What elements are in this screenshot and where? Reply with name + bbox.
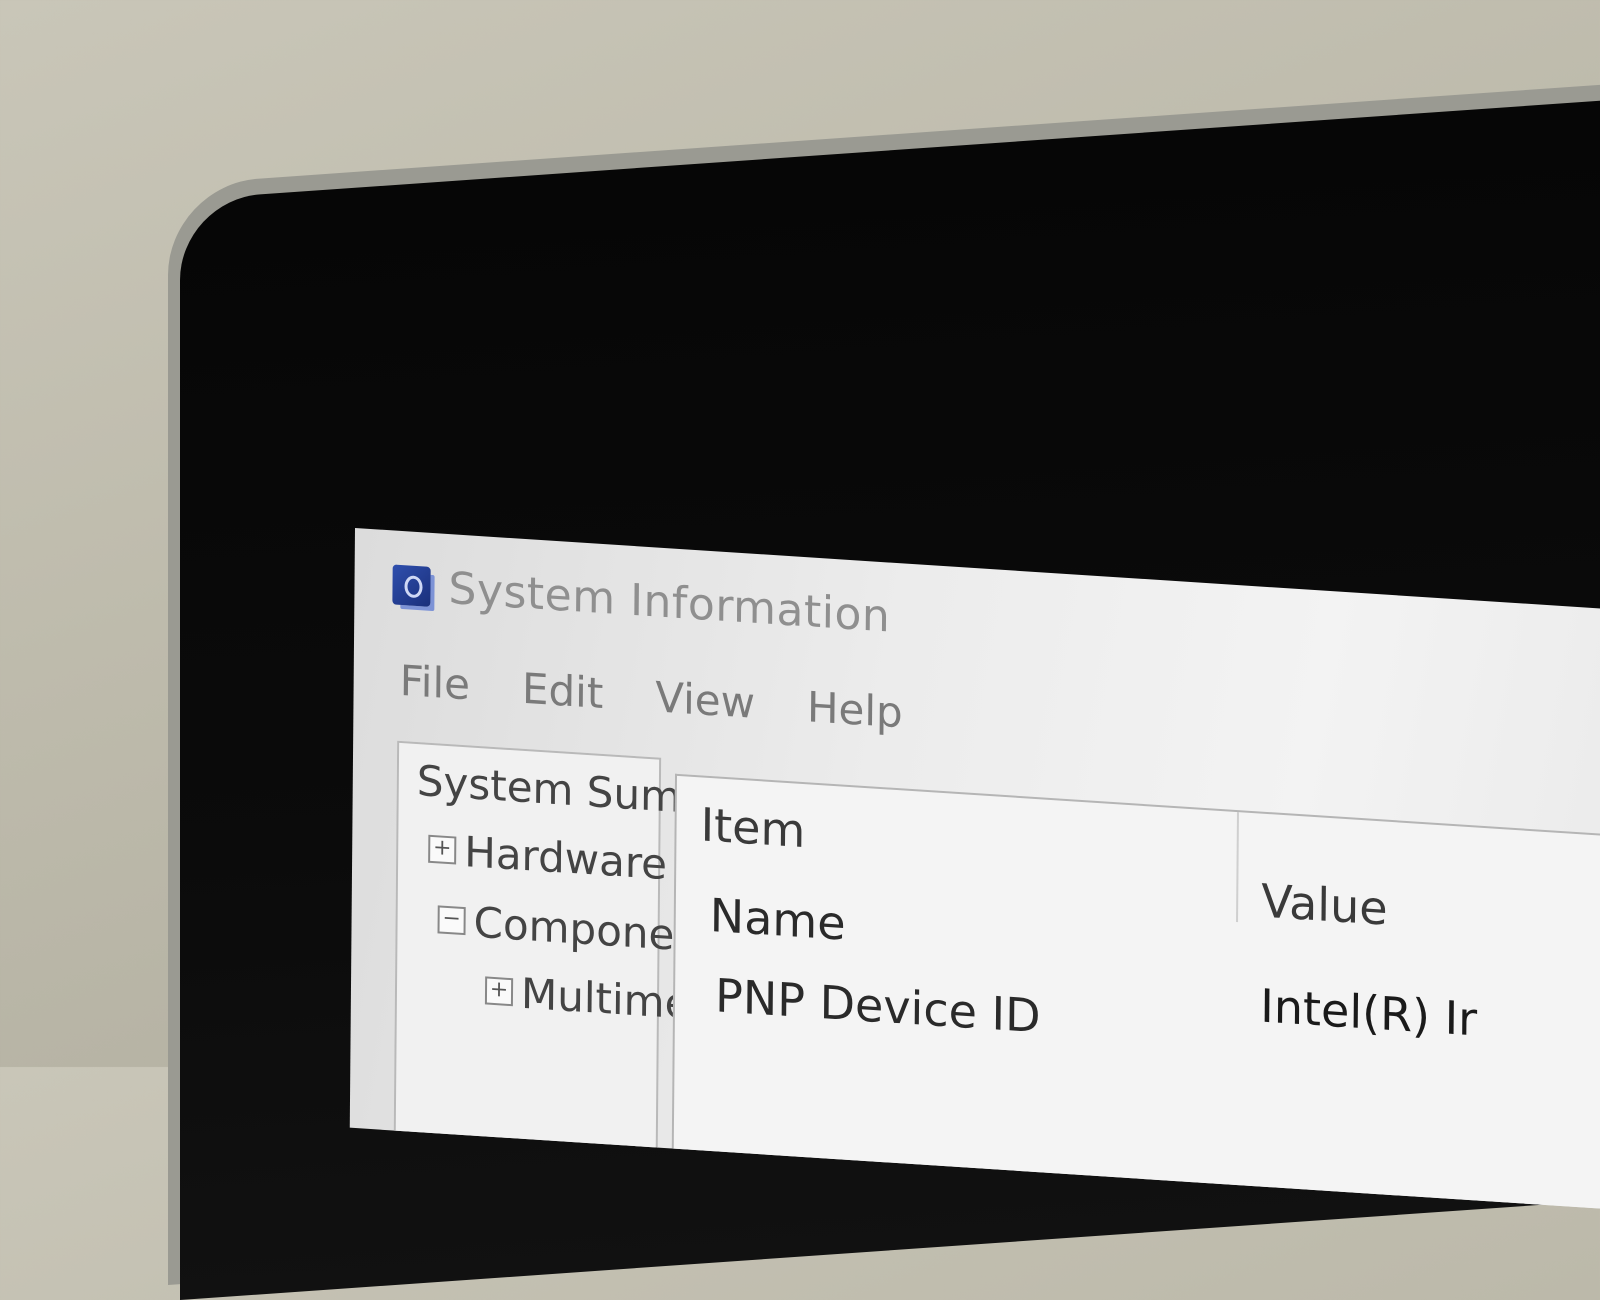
row-value-name: Intel(R) Ir <box>1260 978 1478 1047</box>
column-divider[interactable] <box>1236 812 1239 923</box>
menu-help[interactable]: Help <box>807 682 903 737</box>
column-header-value[interactable]: Value <box>1261 874 1388 936</box>
column-header-item[interactable]: Item <box>700 797 805 858</box>
details-list[interactable]: Item Value Name Intel(R) Ir PNP Device I… <box>671 773 1600 1212</box>
row-item-name: Name <box>709 887 846 951</box>
collapse-minus-icon[interactable]: − <box>437 904 466 935</box>
menu-bar: File Edit View Help <box>399 656 954 741</box>
tree-item-label: Componer <box>473 897 692 961</box>
tree-item-hardware[interactable]: + Hardware <box>428 825 667 889</box>
tree-item-label: Multime <box>520 968 691 1029</box>
expand-plus-icon[interactable]: + <box>484 975 514 1006</box>
menu-edit[interactable]: Edit <box>522 664 604 718</box>
tree-item-label: Hardware <box>464 827 668 890</box>
tree-item-components[interactable]: − Componer <box>437 895 692 961</box>
row-item-pnp-device-id: PNP Device ID <box>714 968 1041 1044</box>
menu-view[interactable]: View <box>655 672 755 727</box>
screen: System Information File Edit View Help S… <box>349 528 1600 1212</box>
system-information-icon <box>392 564 431 607</box>
tree-item-system-summary[interactable]: System Sum <box>417 756 682 822</box>
title-bar: System Information <box>392 554 890 646</box>
window-title: System Information <box>448 562 891 643</box>
tree-item-multimedia[interactable]: + Multime <box>484 966 691 1029</box>
menu-file[interactable]: File <box>399 656 470 710</box>
expand-plus-icon[interactable]: + <box>428 834 457 865</box>
tree-item-label: System Sum <box>416 756 682 823</box>
category-tree[interactable]: System Sum + Hardware − Componer + Multime <box>393 740 692 1182</box>
table-row[interactable]: Name Intel(R) Ir <box>677 776 1600 1047</box>
table-row[interactable]: PNP Device ID <box>677 776 1600 1043</box>
